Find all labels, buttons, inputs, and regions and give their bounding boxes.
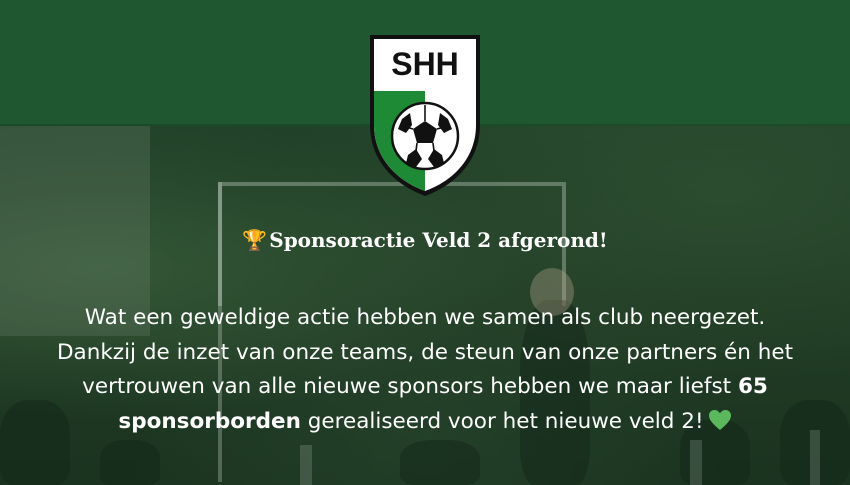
post-body-line-3-text: vertrouwen van alle nieuwe sponsors hebb… [82, 374, 738, 399]
post-body: Wat een geweldige actie hebben we samen … [0, 301, 850, 439]
background-child [400, 440, 480, 485]
sponsor-boards-label: sponsorborden [118, 408, 301, 434]
post-body-line-4-text: gerealiseerd voor het nieuwe veld 2! [300, 408, 704, 434]
green-heart-icon [708, 409, 731, 430]
trophy-icon: 🏆 [242, 228, 268, 252]
club-logo: SHH [370, 35, 480, 196]
post-body-line-1: Wat een geweldige actie hebben we samen … [84, 305, 766, 330]
jersey-stripe [300, 445, 312, 485]
post-title-text: Sponsoractie Veld 2 afgerond! [269, 228, 608, 252]
post-body-line-2: Dankzij de inzet van onze teams, de steu… [56, 339, 794, 365]
sponsor-count: 65 [737, 374, 768, 399]
soccer-ball-icon [390, 101, 460, 171]
post-body-line-4: sponsorborden gerealiseerd voor het nieu… [0, 405, 850, 440]
background-child [100, 440, 160, 485]
jersey-stripe [690, 440, 702, 485]
logo-text: SHH [391, 46, 459, 82]
post-body-line-3: vertrouwen van alle nieuwe sponsors hebb… [0, 370, 850, 405]
post-title: 🏆 Sponsoractie Veld 2 afgerond! [0, 228, 850, 252]
